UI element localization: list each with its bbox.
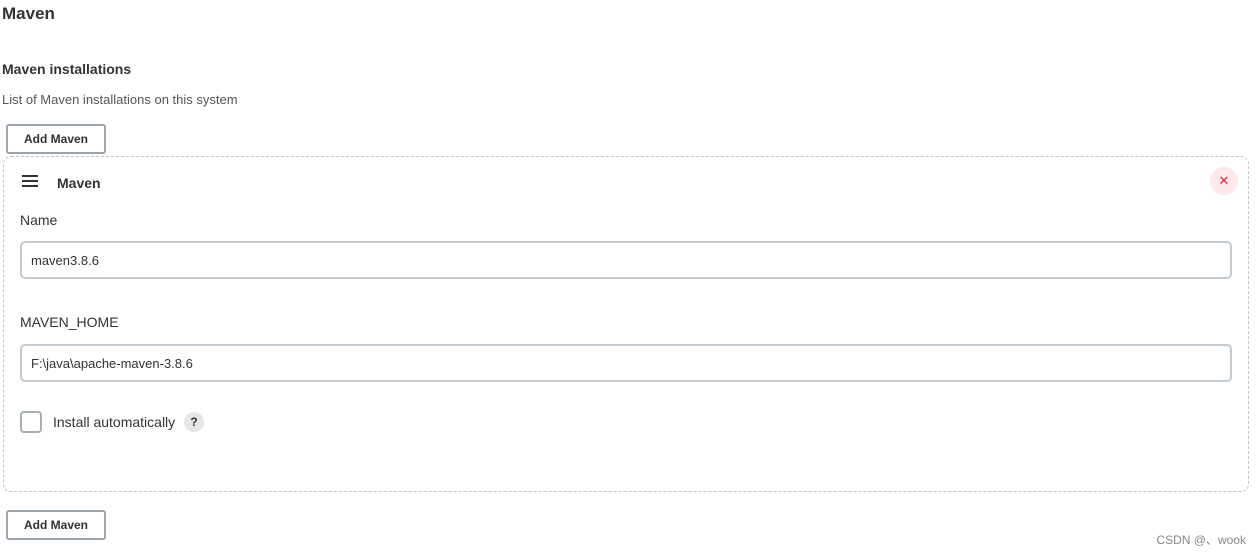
help-icon[interactable]: ? bbox=[184, 412, 204, 432]
add-maven-button-top[interactable]: Add Maven bbox=[6, 124, 107, 154]
install-automatically-checkbox[interactable] bbox=[20, 411, 42, 433]
maven-home-input[interactable] bbox=[20, 344, 1232, 382]
card-title: Maven bbox=[57, 175, 101, 191]
section-title: Maven bbox=[2, 4, 55, 23]
maven-installations-description: List of Maven installations on this syst… bbox=[2, 92, 238, 107]
name-label: Name bbox=[20, 212, 58, 228]
drag-handle-icon[interactable] bbox=[22, 175, 38, 187]
name-input[interactable] bbox=[20, 241, 1232, 279]
maven-installation-card: Maven ✕ Name MAVEN_HOME Install automati… bbox=[3, 156, 1249, 492]
watermark: CSDN @、wook bbox=[1156, 533, 1246, 547]
delete-installation-button[interactable]: ✕ bbox=[1210, 167, 1238, 195]
maven-installations-label: Maven installations bbox=[2, 61, 132, 77]
add-maven-button-bottom[interactable]: Add Maven bbox=[6, 510, 107, 540]
install-automatically-label: Install automatically bbox=[53, 414, 176, 430]
maven-home-label: MAVEN_HOME bbox=[20, 314, 119, 330]
